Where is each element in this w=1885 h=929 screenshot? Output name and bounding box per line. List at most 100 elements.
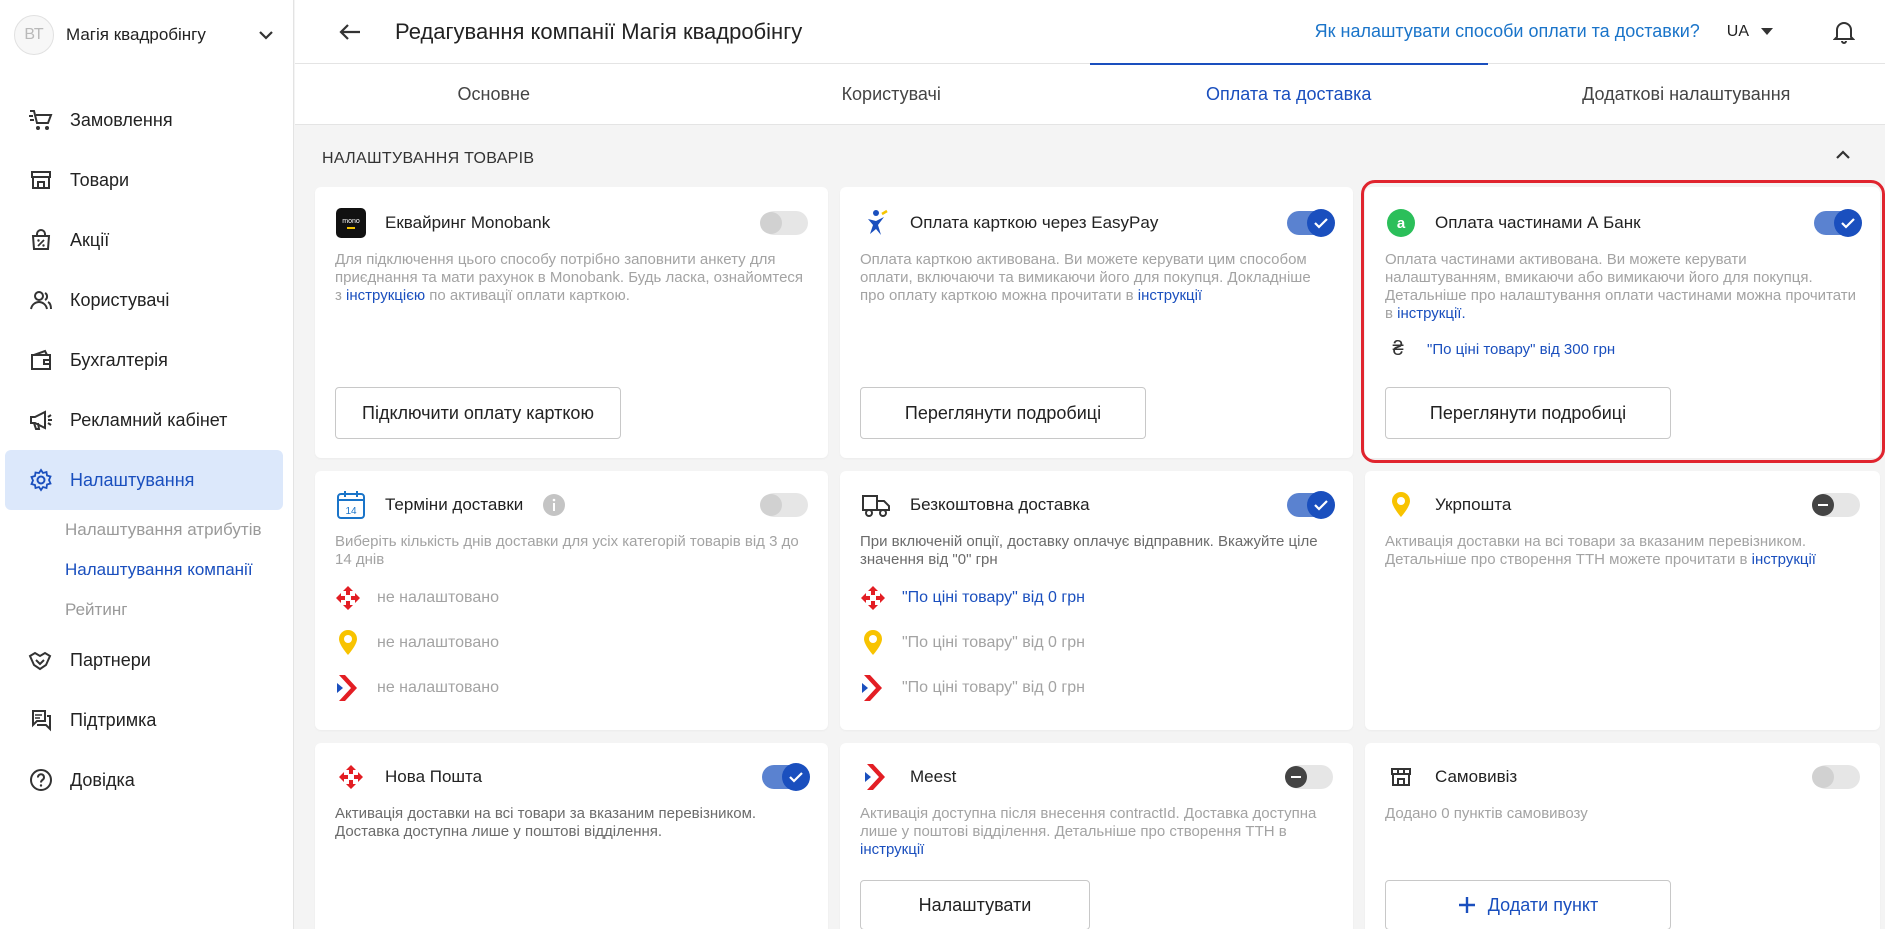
novaposhta-icon (335, 761, 367, 793)
term-value: не налаштовано (377, 633, 499, 651)
card-free-delivery: Безкоштовна доставка При включеній опції… (840, 471, 1353, 730)
card-ukrposhta: Укрпошта Активація доставки на всі товар… (1365, 471, 1880, 730)
truck-icon (860, 489, 892, 521)
card-description: Оплата частинами активована. Ви можете к… (1385, 251, 1857, 322)
meest-toggle[interactable] (1285, 765, 1333, 789)
calendar-day: 14 (345, 506, 357, 517)
card-title: Еквайринг Monobank (385, 213, 551, 232)
info-icon[interactable] (543, 494, 762, 516)
card-title: Самовивіз (1435, 767, 1518, 786)
megaphone-icon (27, 406, 55, 434)
tab-additional-settings[interactable]: Додаткові налаштування (1488, 64, 1885, 124)
instruction-link[interactable]: інструкції (1752, 551, 1816, 568)
connect-card-payment-button[interactable]: Підключити оплату карткою (335, 387, 621, 439)
chevron-up-icon[interactable] (1835, 148, 1855, 168)
sidebar-item-label: Акції (70, 229, 110, 250)
hryvnia-icon: ₴ (1392, 337, 1404, 360)
novaposhta-toggle[interactable] (762, 763, 810, 791)
card-novaposhta: Нова Пошта Активація доставки на всі тов… (315, 743, 828, 929)
sidebar-item-users[interactable]: Користувачі (5, 270, 283, 330)
plus-icon (1458, 897, 1475, 913)
abank-logo-icon: а (1385, 207, 1417, 239)
view-details-button[interactable]: Переглянути подробиці (1385, 387, 1671, 439)
company-switcher[interactable]: ВТ Магія квадробінгу (0, 0, 293, 70)
price-rule-text: "По ціні товару" від 300 грн (1427, 340, 1616, 358)
sidebar-item-products[interactable]: Товари (5, 150, 283, 210)
meest-term-row: не налаштовано (315, 665, 828, 710)
instruction-link[interactable]: інструкції (860, 841, 924, 858)
card-description: Для підключення цього способу потрібно з… (335, 251, 804, 304)
tab-general[interactable]: Основне (295, 64, 693, 124)
card-description: Оплата карткою активована. Ви можете кер… (860, 251, 1311, 304)
card-description: Додано 0 пунктів самовивозу (1385, 805, 1588, 822)
pickup-toggle[interactable] (1812, 765, 1860, 789)
sidebar-item-label: Рекламний кабінет (70, 409, 228, 430)
wallet-icon (27, 346, 55, 374)
store-icon (1385, 761, 1417, 793)
tab-payment-delivery[interactable]: Оплата та доставка (1090, 63, 1488, 124)
card-title: Нова Пошта (385, 767, 483, 786)
sidebar-item-label: Налаштування (70, 469, 195, 490)
meest-rule-row[interactable]: "По ціні товару" від 0 грн (840, 665, 1353, 710)
sidebar-item-promotions[interactable]: Акції (5, 210, 283, 270)
view-details-button[interactable]: Переглянути подробиці (860, 387, 1146, 439)
term-value: не налаштовано (377, 678, 499, 696)
configure-button[interactable]: Налаштувати (860, 880, 1090, 929)
sidebar-item-accounting[interactable]: Бухгалтерія (5, 330, 283, 390)
sidebar-item-label: Бухгалтерія (70, 349, 168, 370)
gear-icon (27, 466, 55, 494)
section-title: НАЛАШТУВАННЯ ТОВАРІВ (322, 150, 535, 167)
promo-bag-icon (27, 226, 55, 254)
sidebar-subitem-rating[interactable]: Рейтинг (0, 590, 293, 630)
sidebar-item-support[interactable]: Підтримка (5, 690, 283, 750)
free-delivery-toggle[interactable] (1287, 491, 1335, 519)
easypay-toggle[interactable] (1287, 209, 1335, 237)
company-name: Магія квадробінгу (66, 25, 206, 44)
back-arrow-icon[interactable] (335, 17, 365, 47)
card-description: Виберіть кількість днів доставки для усі… (335, 533, 799, 568)
users-icon (27, 286, 55, 314)
sidebar-subitem-attributes[interactable]: Налаштування атрибутів (0, 510, 293, 550)
handshake-icon (27, 646, 55, 674)
store-icon (27, 166, 55, 194)
instruction-link[interactable]: інструкцією (346, 287, 425, 304)
ukrposhta-toggle[interactable] (1812, 493, 1860, 517)
help-link[interactable]: Як налаштувати способи оплати та доставк… (1315, 21, 1700, 42)
card-description: При включеній опції, доставку оплачує ві… (860, 533, 1318, 568)
sidebar-item-partners[interactable]: Партнери (5, 630, 283, 690)
instruction-link[interactable]: інструкції (1138, 287, 1202, 304)
chevron-down-icon[interactable] (255, 24, 277, 46)
instruction-link[interactable]: інструкції. (1397, 305, 1465, 322)
sidebar-item-label: Користувачі (70, 289, 170, 310)
card-pickup: Самовивіз Додано 0 пунктів самовивозу До… (1365, 743, 1880, 929)
meest-icon (335, 673, 361, 703)
language-select[interactable]: UA (1727, 23, 1773, 41)
card-title: Meest (910, 767, 957, 786)
ukrposhta-rule-row[interactable]: "По ціні товару" від 0 грн (840, 620, 1353, 665)
delivery-terms-toggle[interactable] (760, 493, 808, 517)
cart-icon (27, 106, 55, 134)
ukrposhta-icon (860, 628, 886, 658)
monobank-toggle[interactable] (760, 211, 808, 235)
card-title: Оплата частинами А Банк (1435, 213, 1641, 232)
card-description: Активація доступна після внесення contra… (860, 805, 1317, 858)
caret-down-icon (1761, 27, 1773, 35)
rule-value: "По ціні товару" від 0 грн (902, 678, 1085, 696)
add-pickup-point-button[interactable]: Додати пункт (1385, 880, 1671, 929)
tab-users[interactable]: Користувачі (693, 64, 1091, 124)
sidebar-item-settings[interactable]: Налаштування (5, 450, 283, 510)
sidebar-nav: Замовлення Товари Акції Користувачі Бухг… (0, 90, 293, 810)
sidebar-item-ads[interactable]: Рекламний кабінет (5, 390, 283, 450)
card-abank: а Оплата частинами А Банк Оплата частина… (1365, 187, 1880, 458)
card-easypay: Оплата карткою через EasyPay Оплата карт… (840, 187, 1353, 458)
sidebar-item-help[interactable]: Довідка (5, 750, 283, 810)
sidebar-item-orders[interactable]: Замовлення (5, 90, 283, 150)
rule-value: "По ціні товару" від 0 грн (902, 588, 1085, 606)
card-title: Безкоштовна доставка (910, 495, 1090, 514)
abank-toggle[interactable] (1814, 209, 1862, 237)
card-monobank: mono Еквайринг Monobank Для підключення … (315, 187, 828, 458)
novaposhta-rule-row[interactable]: "По ціні товару" від 0 грн (840, 575, 1353, 620)
sidebar-item-label: Замовлення (70, 109, 173, 130)
sidebar-subitem-company[interactable]: Налаштування компанії (0, 550, 293, 590)
bell-icon[interactable] (1831, 19, 1857, 45)
